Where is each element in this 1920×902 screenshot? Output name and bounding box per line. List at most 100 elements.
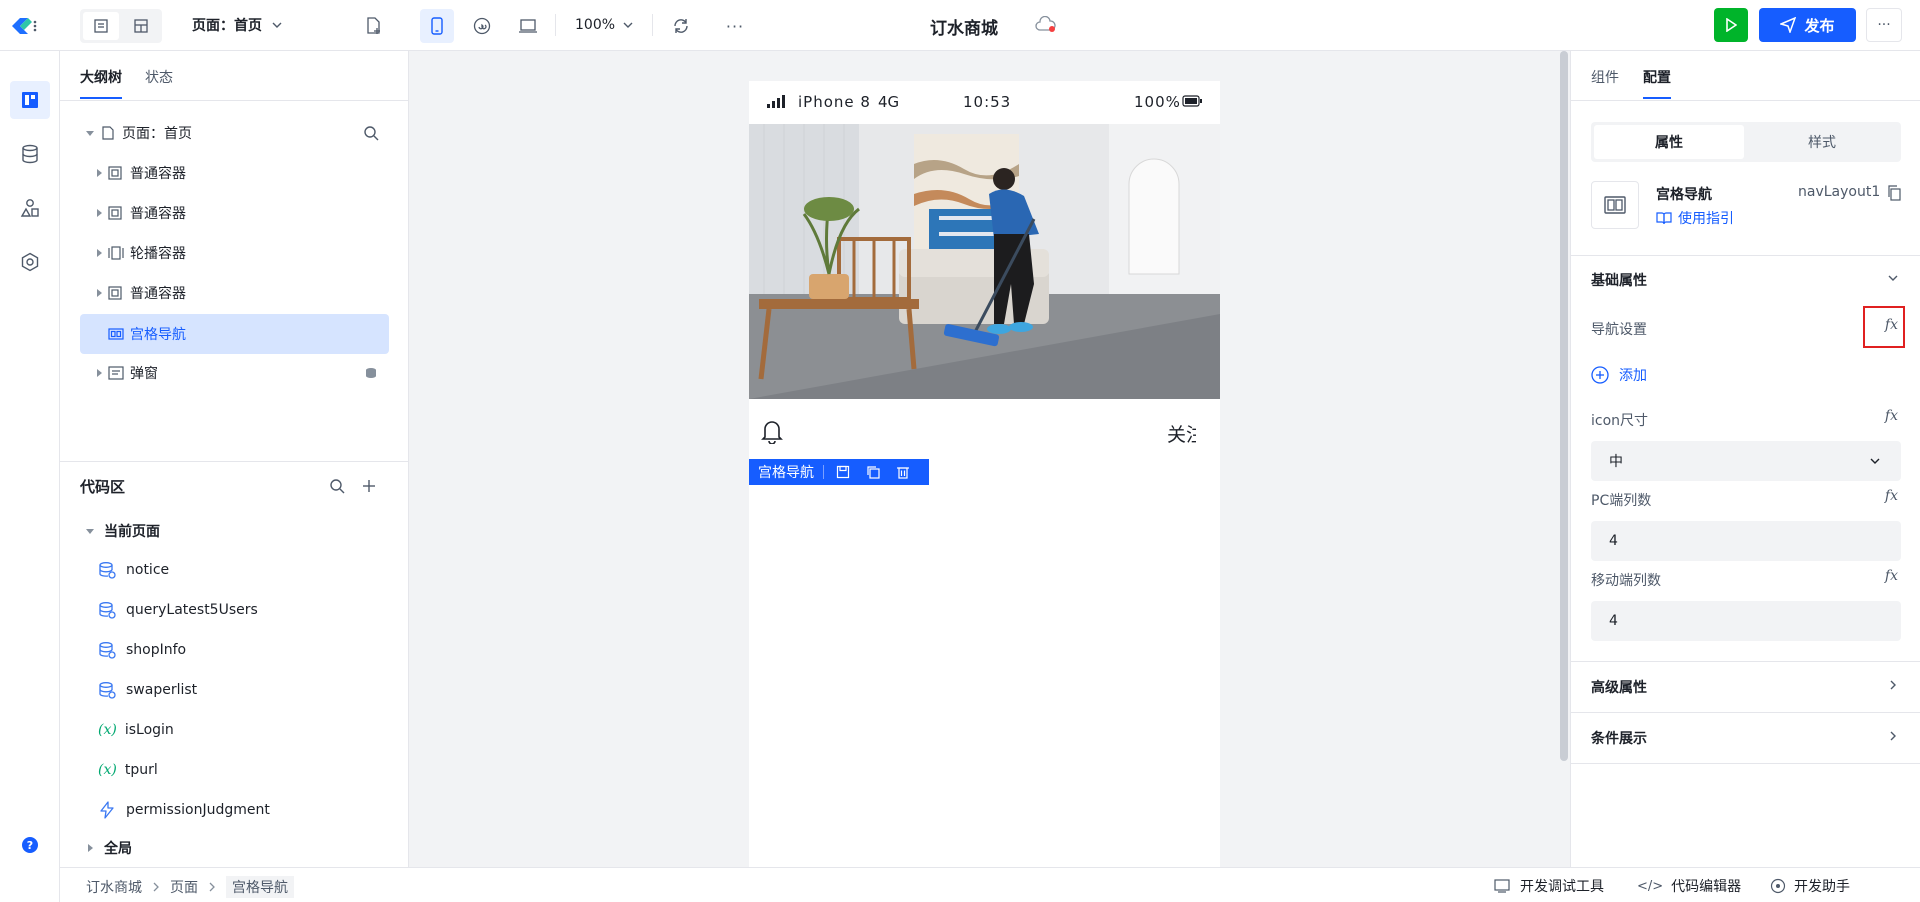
- tree-item-label: 轮播容器: [130, 246, 186, 262]
- mobile-icon: [431, 17, 443, 35]
- tab-state[interactable]: 状态: [145, 67, 173, 87]
- tree-item-container[interactable]: 普通容器: [80, 153, 389, 193]
- tree-item-container[interactable]: 普通容器: [80, 193, 389, 233]
- code-item-datasource[interactable]: notice: [98, 550, 169, 590]
- fx-icon[interactable]: fx: [1885, 317, 1898, 333]
- chevron-right-icon[interactable]: [1887, 730, 1899, 742]
- run-button[interactable]: [1714, 8, 1748, 42]
- canvas-scrollbar[interactable]: [1560, 51, 1568, 761]
- more-icon: ···: [1877, 17, 1891, 33]
- tab-components[interactable]: 组件: [1591, 67, 1619, 87]
- basic-properties-header[interactable]: 基础属性: [1591, 270, 1647, 290]
- dev-tools-button[interactable]: 开发调试工具: [1494, 876, 1604, 896]
- tab-outline-tree[interactable]: 大纲树: [80, 67, 122, 99]
- tab-config[interactable]: 配置: [1643, 67, 1671, 99]
- add-nav-item-button[interactable]: 添加: [1591, 365, 1647, 385]
- segment-properties[interactable]: 属性: [1594, 125, 1744, 159]
- code-item-datasource[interactable]: swaperlist: [98, 670, 197, 710]
- caret-right-icon: [94, 209, 104, 217]
- page-selector-label: 页面：首页: [192, 18, 262, 34]
- breadcrumb-item[interactable]: 订水商城: [86, 877, 142, 897]
- mobile-device-button[interactable]: [420, 9, 454, 43]
- global-group[interactable]: 全局: [84, 838, 132, 858]
- add-icon[interactable]: [360, 477, 378, 495]
- layout-view-icon[interactable]: [123, 12, 159, 40]
- nav-settings-label: 导航设置: [1591, 322, 1647, 338]
- search-icon[interactable]: [363, 125, 379, 141]
- fx-icon[interactable]: fx: [1885, 488, 1898, 504]
- carousel-image[interactable]: [749, 124, 1220, 399]
- outline-panel-icon[interactable]: [10, 81, 50, 119]
- fx-icon[interactable]: fx: [1885, 568, 1898, 584]
- nav-item-follow[interactable]: 关注: [1167, 420, 1196, 447]
- code-item-function[interactable]: permissionJudgment: [98, 790, 270, 830]
- more-tools-button[interactable]: ···: [718, 9, 752, 43]
- page-selector[interactable]: 页面：首页: [192, 15, 282, 35]
- page-icon: [102, 126, 114, 140]
- condition-display-header[interactable]: 条件展示: [1591, 728, 1647, 748]
- tree-item-label: 普通容器: [130, 206, 186, 222]
- guide-link[interactable]: 使用指引: [1656, 208, 1734, 228]
- components-panel-icon[interactable]: [10, 189, 50, 227]
- segment-control: 属性 样式: [1591, 122, 1901, 162]
- dev-assistant-button[interactable]: 开发助手: [1770, 876, 1850, 896]
- left-panel: 大纲树 状态 页面：首页 普通容器 普通容器 轮播容器 普通容器 宫格导航 弹窗: [60, 51, 409, 867]
- save-icon[interactable]: [836, 465, 850, 479]
- publish-button[interactable]: 发布: [1759, 8, 1856, 42]
- help-icon[interactable]: ?: [22, 837, 38, 853]
- tree-item-carousel[interactable]: 轮播容器: [80, 233, 389, 273]
- mobile-columns-input[interactable]: 4: [1591, 601, 1901, 641]
- bell-icon[interactable]: [761, 418, 783, 444]
- zoom-selector[interactable]: 100%: [575, 14, 633, 36]
- breadcrumb-item[interactable]: 宫格导航: [226, 876, 294, 898]
- caret-right-icon: [94, 289, 104, 297]
- battery-icon: [1182, 95, 1202, 107]
- code-item-variable[interactable]: (x) isLogin: [98, 710, 174, 750]
- fx-icon[interactable]: fx: [1885, 408, 1898, 424]
- add-page-button[interactable]: [356, 9, 390, 43]
- settings-panel-icon[interactable]: [10, 243, 50, 281]
- divider: [1571, 255, 1920, 256]
- send-icon: [1780, 17, 1797, 33]
- delete-icon[interactable]: [896, 465, 910, 479]
- segment-style[interactable]: 样式: [1747, 125, 1897, 159]
- tree-item-grid-nav[interactable]: 宫格导航: [80, 314, 389, 354]
- mobile-columns-label: 移动端列数: [1591, 573, 1661, 589]
- phone-preview: iPhone 8 4G 10:53 100% 关注 宫格导航: [749, 81, 1220, 867]
- database-panel-icon[interactable]: [10, 135, 50, 173]
- icon-size-label: icon尺寸: [1591, 413, 1649, 429]
- chevron-down-icon[interactable]: [1887, 272, 1899, 284]
- tree-item-label: 普通容器: [130, 286, 186, 302]
- code-item-variable[interactable]: (x) tpurl: [98, 750, 158, 790]
- tree-item-popup[interactable]: 弹窗: [80, 353, 389, 393]
- icon-size-select[interactable]: 中: [1591, 441, 1901, 481]
- tree-item-container[interactable]: 普通容器: [80, 273, 389, 313]
- code-item-datasource[interactable]: queryLatest5Users: [98, 590, 258, 630]
- divider: [60, 100, 408, 101]
- more-actions-button[interactable]: ···: [1866, 8, 1902, 42]
- divider: [555, 14, 556, 36]
- current-page-group[interactable]: 当前页面: [84, 521, 160, 541]
- mini-program-button[interactable]: [465, 9, 499, 43]
- tree-root-page[interactable]: 页面：首页: [80, 113, 389, 153]
- variable-icon: (x): [98, 762, 117, 778]
- advanced-properties-header[interactable]: 高级属性: [1591, 677, 1647, 697]
- refresh-icon: [672, 17, 690, 35]
- chevron-right-icon[interactable]: [1887, 679, 1899, 691]
- code-editor-button[interactable]: </> 代码编辑器: [1637, 876, 1741, 896]
- pc-columns-input[interactable]: 4: [1591, 521, 1901, 561]
- container-icon: [108, 166, 122, 180]
- copy-icon[interactable]: [1887, 185, 1901, 201]
- app-logo[interactable]: [10, 14, 38, 38]
- database-icon: [98, 601, 116, 619]
- search-icon[interactable]: [328, 477, 346, 495]
- pc-device-button[interactable]: [511, 9, 545, 43]
- copy-icon[interactable]: [866, 465, 880, 479]
- carousel-icon: [108, 246, 124, 260]
- code-item-label: swaperlist: [126, 682, 198, 698]
- code-item-datasource[interactable]: shopInfo: [98, 630, 186, 670]
- code-area-title: 代码区: [80, 478, 126, 496]
- breadcrumb-item[interactable]: 页面: [170, 877, 198, 897]
- outline-view-icon[interactable]: [83, 12, 119, 40]
- refresh-button[interactable]: [664, 9, 698, 43]
